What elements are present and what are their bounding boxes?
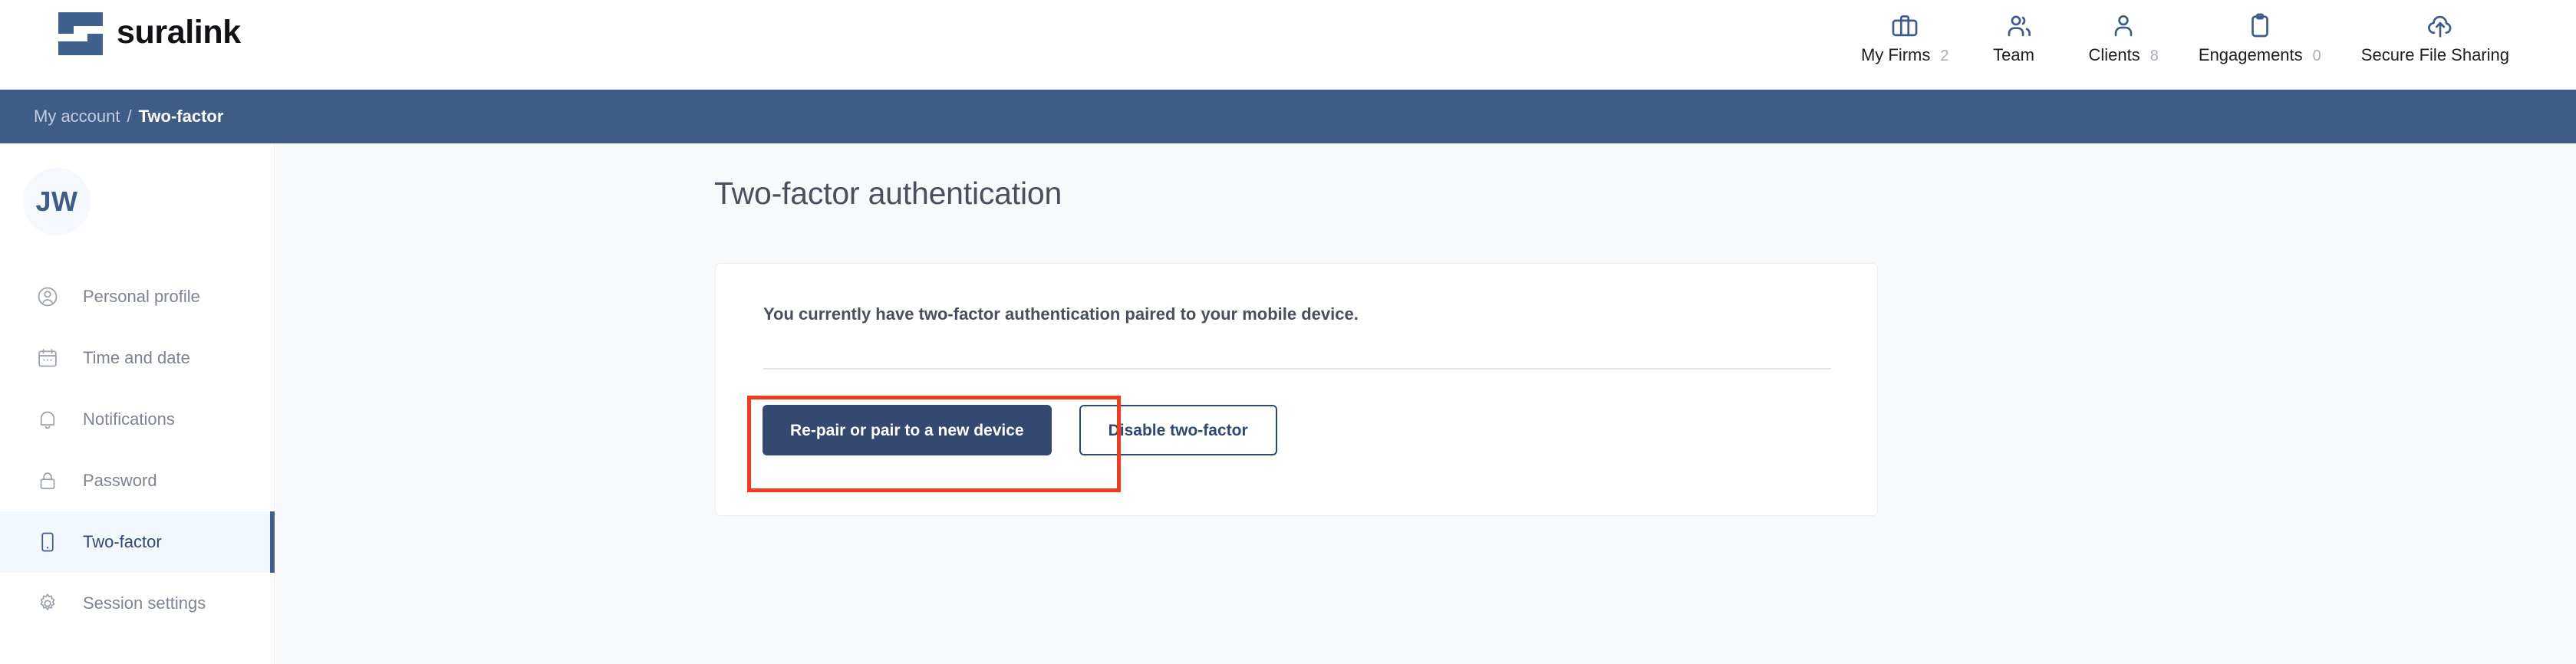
sidebar-item-label: Password bbox=[83, 471, 157, 490]
gear-icon bbox=[34, 590, 61, 617]
nav-label: Engagements bbox=[2198, 45, 2303, 64]
nav-item-clients[interactable]: Clients 8 bbox=[2069, 6, 2179, 64]
calendar-icon bbox=[34, 344, 61, 372]
re-pair-device-button[interactable]: Re-pair or pair to a new device bbox=[763, 405, 1052, 455]
nav-count-badge: 0 bbox=[2312, 48, 2321, 64]
user-circle-icon bbox=[34, 283, 61, 311]
bell-icon bbox=[34, 406, 61, 433]
sidebar-item-session-settings[interactable]: Session settings bbox=[0, 573, 275, 634]
page-title: Two-factor authentication bbox=[714, 176, 1062, 211]
nav-item-my-firms[interactable]: My Firms 2 bbox=[1841, 6, 1969, 64]
breadcrumb-parent-link[interactable]: My account bbox=[34, 107, 120, 127]
main-nav: My Firms 2 Team Clients 8 Engagements 0 … bbox=[1841, 6, 2539, 83]
avatar[interactable]: JW bbox=[23, 168, 91, 235]
clipboard-icon bbox=[2245, 11, 2275, 41]
nav-label: Team bbox=[1993, 45, 2034, 64]
nav-item-team[interactable]: Team bbox=[1969, 6, 2069, 64]
account-sidebar: JW Personal profile Time and date Notifi… bbox=[0, 143, 275, 664]
card-actions: Re-pair or pair to a new device Disable … bbox=[763, 405, 1277, 455]
sidebar-item-label: Time and date bbox=[83, 348, 190, 367]
nav-item-secure-file-sharing[interactable]: Secure File Sharing bbox=[2341, 6, 2539, 64]
briefcase-icon bbox=[1890, 11, 1919, 41]
disable-two-factor-button[interactable]: Disable two-factor bbox=[1079, 405, 1277, 455]
card-divider bbox=[763, 368, 1831, 370]
sidebar-item-notifications[interactable]: Notifications bbox=[0, 389, 275, 450]
two-factor-status-card: You currently have two-factor authentica… bbox=[715, 263, 1878, 516]
sidebar-nav: Personal profile Time and date Notificat… bbox=[0, 266, 275, 634]
breadcrumb-current: Two-factor bbox=[138, 107, 224, 126]
brand-name: suralink bbox=[117, 13, 241, 51]
sidebar-item-label: Notifications bbox=[83, 409, 175, 429]
sidebar-item-label: Session settings bbox=[83, 593, 206, 613]
sidebar-item-personal-profile[interactable]: Personal profile bbox=[0, 266, 275, 327]
cloud-upload-icon bbox=[2426, 11, 2455, 41]
mobile-device-icon bbox=[34, 528, 61, 556]
avatar-initials: JW bbox=[35, 186, 78, 217]
nav-label: My Firms bbox=[1860, 45, 1931, 64]
nav-item-engagements[interactable]: Engagements 0 bbox=[2179, 6, 2341, 64]
sidebar-item-time-and-date[interactable]: Time and date bbox=[0, 327, 275, 389]
sidebar-item-password[interactable]: Password bbox=[0, 450, 275, 511]
sidebar-item-label: Two-factor bbox=[83, 532, 162, 551]
sidebar-item-label: Personal profile bbox=[83, 287, 200, 306]
person-icon bbox=[2109, 11, 2138, 41]
nav-count-badge: 8 bbox=[2149, 48, 2159, 64]
lock-icon bbox=[34, 467, 61, 495]
brand-logo[interactable]: suralink bbox=[58, 12, 241, 55]
two-factor-status-text: You currently have two-factor authentica… bbox=[763, 304, 1359, 324]
main-content: Two-factor authentication You currently … bbox=[275, 143, 2576, 664]
people-group-icon bbox=[2004, 11, 2034, 41]
top-header: suralink My Firms 2 Team Clients 8 Engag… bbox=[0, 0, 2576, 90]
suralink-logo-icon bbox=[58, 12, 103, 55]
nav-label: Clients bbox=[2088, 45, 2140, 64]
breadcrumb: My account / Two-factor bbox=[0, 107, 223, 127]
breadcrumb-bar: My account / Two-factor bbox=[0, 90, 2576, 143]
sidebar-item-two-factor[interactable]: Two-factor bbox=[0, 511, 275, 573]
nav-label: Secure File Sharing bbox=[2360, 45, 2509, 64]
nav-count-badge: 2 bbox=[1940, 48, 1949, 64]
breadcrumb-separator: / bbox=[127, 107, 132, 126]
